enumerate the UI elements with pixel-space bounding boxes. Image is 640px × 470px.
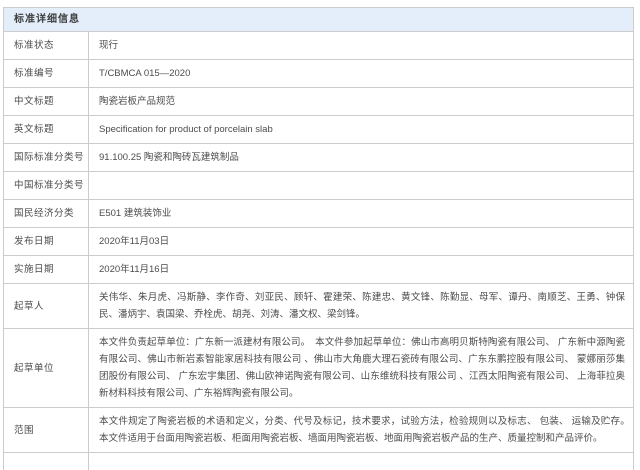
standard-table-body: 标准状态现行标准编号T/CBMCA 015—2020中文标题陶瓷岩板产品规范英文… bbox=[4, 32, 634, 470]
row-label: 中文标题 bbox=[4, 88, 89, 116]
table-row: 国际标准分类号91.100.25 陶瓷和陶砖瓦建筑制品 bbox=[4, 144, 634, 172]
row-label: 实施日期 bbox=[4, 256, 89, 284]
table-row: 起草单位本文件负责起草单位：广东新一派建材有限公司。 本文件参加起草单位：佛山市… bbox=[4, 329, 634, 408]
table-row: 中国标准分类号 bbox=[4, 172, 634, 200]
row-label: 英文标题 bbox=[4, 116, 89, 144]
table-row: 范围本文件规定了陶瓷岩板的术语和定义，分类、代号及标记，技术要求，试验方法，检验… bbox=[4, 408, 634, 453]
row-label: 标准状态 bbox=[4, 32, 89, 60]
row-label: 发布日期 bbox=[4, 228, 89, 256]
table-row bbox=[4, 453, 634, 470]
table-row: 中文标题陶瓷岩板产品规范 bbox=[4, 88, 634, 116]
row-value bbox=[89, 453, 634, 470]
row-value: 现行 bbox=[89, 32, 634, 60]
row-value: E501 建筑装饰业 bbox=[89, 200, 634, 228]
standard-detail-table: 标准状态现行标准编号T/CBMCA 015—2020中文标题陶瓷岩板产品规范英文… bbox=[3, 31, 634, 470]
row-value: 本文件规定了陶瓷岩板的术语和定义，分类、代号及标记，技术要求，试验方法，检验规则… bbox=[89, 408, 634, 453]
row-value bbox=[89, 172, 634, 200]
row-value: 91.100.25 陶瓷和陶砖瓦建筑制品 bbox=[89, 144, 634, 172]
row-value: 2020年11月16日 bbox=[89, 256, 634, 284]
table-row: 标准状态现行 bbox=[4, 32, 634, 60]
row-value: 陶瓷岩板产品规范 bbox=[89, 88, 634, 116]
row-label: 范围 bbox=[4, 408, 89, 453]
row-value: 2020年11月03日 bbox=[89, 228, 634, 256]
table-row: 起草人关伟华、朱月虎、冯斯静、李作奇、刘亚民、顾轩、霍建荣、陈建忠、黄文锋、陈勤… bbox=[4, 284, 634, 329]
table-row: 国民经济分类E501 建筑装饰业 bbox=[4, 200, 634, 228]
row-label: 起草单位 bbox=[4, 329, 89, 408]
row-label: 国民经济分类 bbox=[4, 200, 89, 228]
panel-title: 标准详细信息 bbox=[3, 7, 634, 31]
row-label: 起草人 bbox=[4, 284, 89, 329]
row-label: 中国标准分类号 bbox=[4, 172, 89, 200]
table-row: 实施日期2020年11月16日 bbox=[4, 256, 634, 284]
row-value: 本文件负责起草单位：广东新一派建材有限公司。 本文件参加起草单位：佛山市高明贝斯… bbox=[89, 329, 634, 408]
row-value: 关伟华、朱月虎、冯斯静、李作奇、刘亚民、顾轩、霍建荣、陈建忠、黄文锋、陈勤显、母… bbox=[89, 284, 634, 329]
standard-detail-page: 标准详细信息 标准状态现行标准编号T/CBMCA 015—2020中文标题陶瓷岩… bbox=[3, 7, 634, 470]
row-label: 国际标准分类号 bbox=[4, 144, 89, 172]
row-value: T/CBMCA 015—2020 bbox=[89, 60, 634, 88]
row-label bbox=[4, 453, 89, 470]
row-value: Specification for product of porcelain s… bbox=[89, 116, 634, 144]
row-label: 标准编号 bbox=[4, 60, 89, 88]
table-row: 标准编号T/CBMCA 015—2020 bbox=[4, 60, 634, 88]
table-row: 英文标题Specification for product of porcela… bbox=[4, 116, 634, 144]
table-row: 发布日期2020年11月03日 bbox=[4, 228, 634, 256]
